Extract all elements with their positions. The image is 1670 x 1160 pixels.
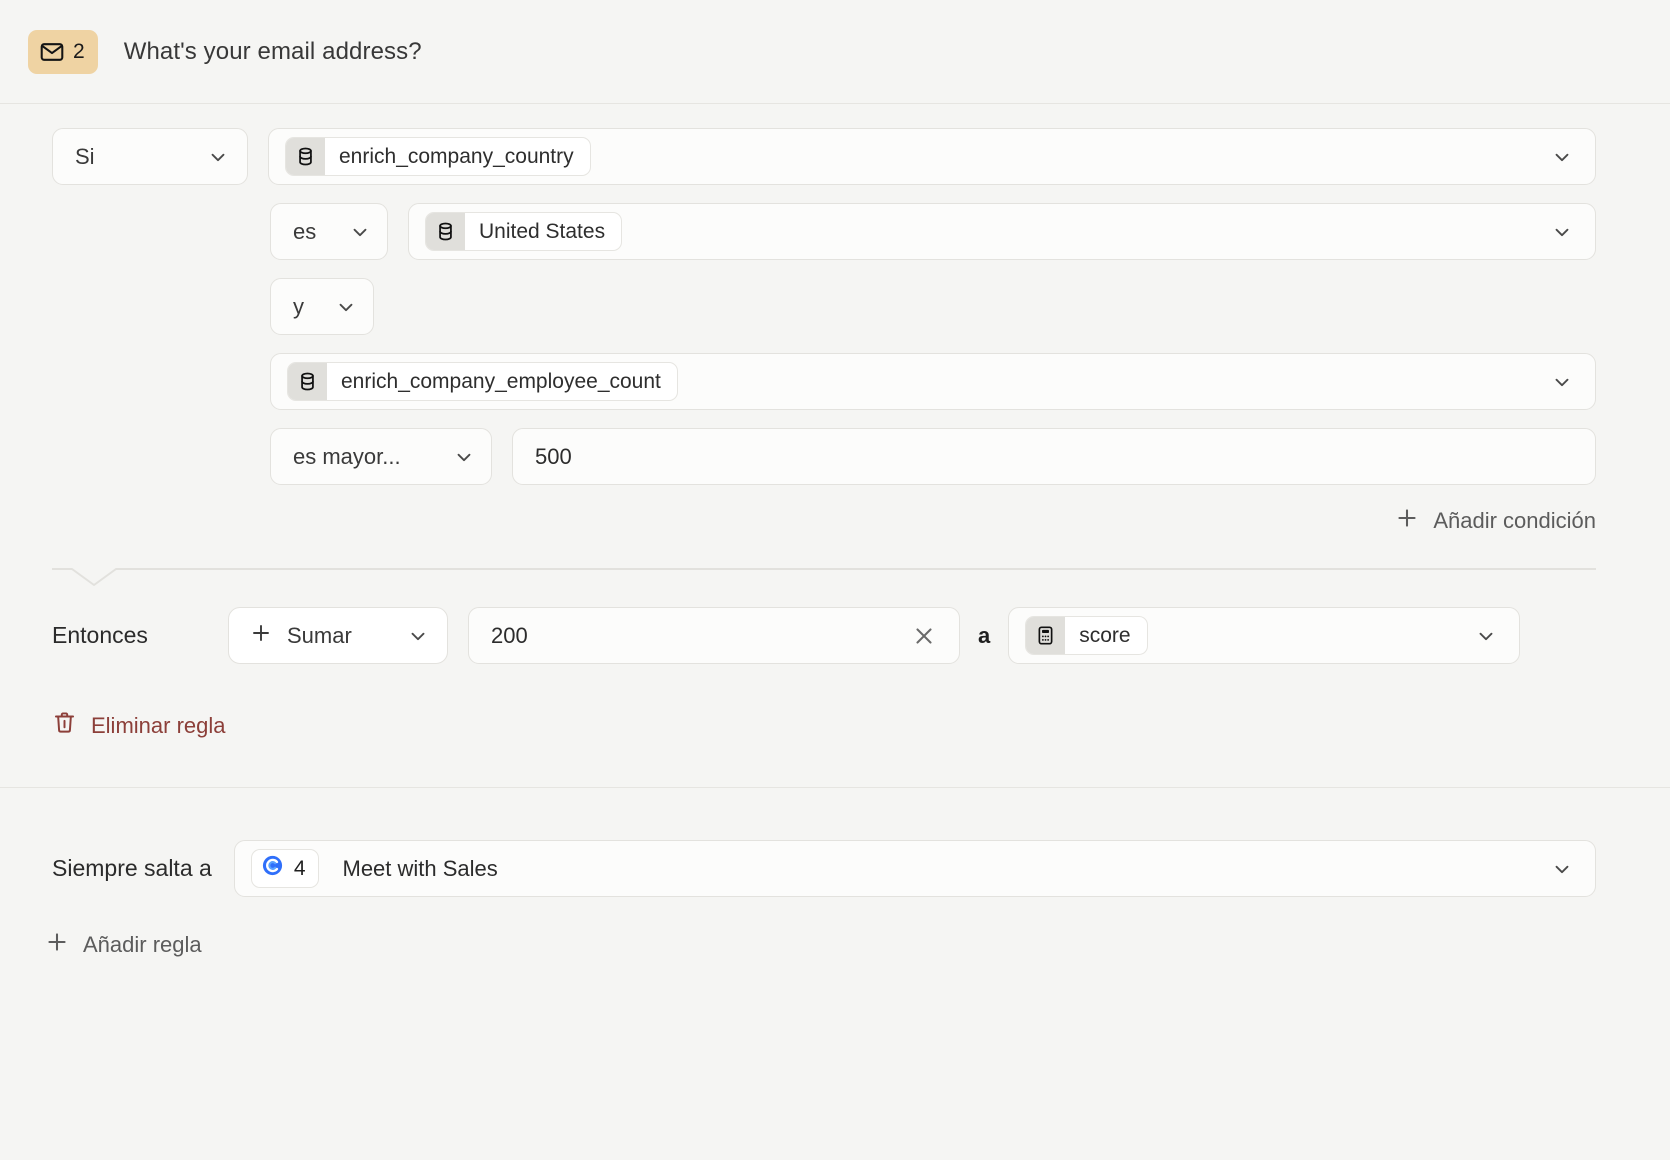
field-pill-label-2: enrich_company_employee_count (341, 369, 661, 393)
if-select-label: Si (75, 143, 95, 169)
add-rule-row: Añadir regla (0, 929, 1670, 961)
value-pill-1: United States (425, 212, 623, 251)
then-row: Entonces Sumar 200 a score (0, 607, 1670, 664)
add-rule-button[interactable]: Añadir regla (44, 929, 202, 961)
condition-field-select-1[interactable]: enrich_company_country (268, 128, 1596, 185)
database-icon (286, 138, 325, 175)
rule-block: Si enrich_company_country es United Stat… (0, 104, 1670, 787)
conditions-area: Si enrich_company_country es United Stat… (0, 104, 1670, 537)
jump-target-badge: 4 (250, 849, 319, 888)
operator-select-2[interactable]: es mayor... (270, 428, 492, 485)
chevron-down-icon (1551, 146, 1573, 168)
lead-routing-rule-editor: 2 What's your email address? Si enrich_c… (0, 0, 1670, 1160)
value-pill-label-1: United States (479, 219, 606, 243)
question-number: 2 (73, 40, 85, 63)
action-amount-value: 200 (491, 622, 528, 648)
operator-select-1[interactable]: es (270, 203, 388, 260)
question-badge: 2 (28, 29, 98, 74)
field-pill-1: enrich_company_country (285, 137, 591, 176)
plus-icon (44, 929, 70, 961)
trash-icon (52, 710, 77, 741)
always-jump-row: Siempre salta a 4 Meet with Sales (0, 788, 1670, 897)
jump-target-select[interactable]: 4 Meet with Sales (233, 840, 1596, 897)
condition-row-2-operator: es mayor... 500 (0, 428, 1670, 485)
question-header: 2 What's your email address? (0, 0, 1670, 104)
field-pill-2: enrich_company_employee_count (287, 362, 678, 401)
page-title: What's your email address? (123, 37, 422, 65)
chevron-down-icon (1551, 221, 1573, 243)
action-target-label: score (1079, 623, 1131, 647)
joiner-select[interactable]: y (270, 278, 374, 335)
add-rule-label: Añadir regla (83, 932, 202, 957)
always-jump-label: Siempre salta a (52, 855, 212, 881)
chevron-down-icon (1551, 858, 1573, 880)
calculator-icon (1026, 617, 1066, 654)
action-preposition: a (978, 622, 991, 648)
field-pill-label-1: enrich_company_country (339, 144, 574, 168)
then-label: Entonces (52, 622, 148, 648)
database-icon (426, 213, 465, 250)
close-icon[interactable] (911, 623, 937, 649)
add-condition-row: Añadir condición (0, 505, 1670, 537)
condition-field-select-2[interactable]: enrich_company_employee_count (270, 353, 1596, 410)
chevron-down-icon (207, 146, 229, 168)
jump-target-number: 4 (293, 856, 306, 880)
delete-rule-button[interactable]: Eliminar regla (52, 710, 226, 741)
add-condition-label: Añadir condición (1433, 508, 1596, 533)
delete-rule-row: Eliminar regla (0, 710, 1670, 787)
footer-section: Siempre salta a 4 Meet with Sales Añadir… (0, 787, 1670, 961)
action-operation-label: Sumar (287, 622, 352, 648)
jump-target-label: Meet with Sales (342, 855, 498, 881)
calendly-icon (260, 853, 285, 884)
action-amount-input[interactable]: 200 (468, 607, 960, 664)
chevron-down-icon (1475, 625, 1497, 647)
plus-icon (249, 621, 273, 651)
action-target-select[interactable]: score (1008, 607, 1520, 664)
condition-value-select-1[interactable]: United States (408, 203, 1596, 260)
action-operation-select[interactable]: Sumar (228, 607, 448, 664)
condition-row-2: enrich_company_employee_count (0, 353, 1670, 410)
action-target-pill: score (1025, 616, 1148, 655)
condition-row-1-operator: es United States (0, 203, 1670, 260)
add-condition-button[interactable]: Añadir condición (1394, 505, 1596, 537)
database-icon (288, 363, 327, 400)
condition-value-text-2: 500 (535, 443, 572, 469)
condition-joiner-row: y (0, 278, 1670, 335)
chevron-down-icon (407, 625, 429, 647)
rule-divider (0, 561, 1670, 589)
envelope-icon (39, 39, 65, 65)
condition-row-1: Si enrich_company_country (0, 128, 1670, 185)
operator-select-label-1: es (293, 218, 317, 244)
operator-select-label-2: es mayor... (293, 443, 401, 469)
delete-rule-label: Eliminar regla (91, 712, 226, 738)
chevron-down-icon (453, 446, 475, 468)
chevron-down-icon (349, 221, 371, 243)
plus-icon (1394, 505, 1420, 537)
chevron-down-icon (335, 296, 357, 318)
condition-value-input-2[interactable]: 500 (512, 428, 1596, 485)
if-select[interactable]: Si (52, 128, 248, 185)
chevron-down-icon (1551, 371, 1573, 393)
joiner-select-label: y (293, 293, 304, 319)
